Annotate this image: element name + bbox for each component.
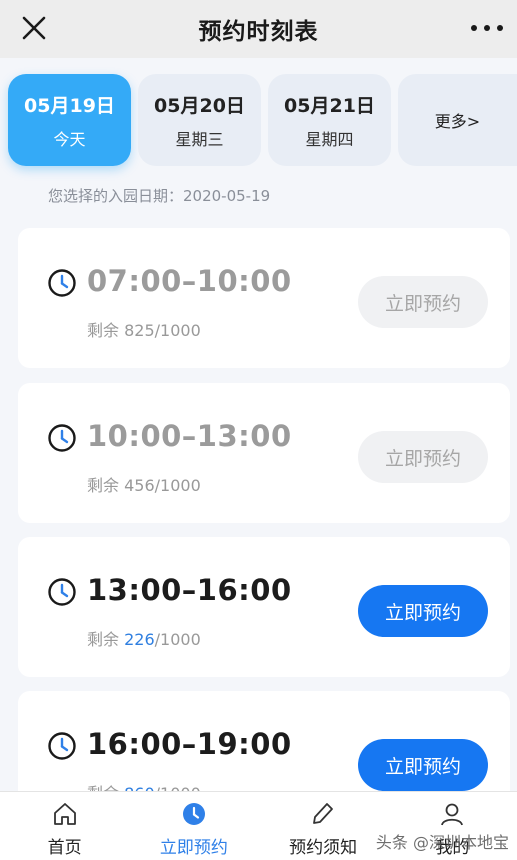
title-bar: 预约时刻表: [0, 0, 517, 58]
time-slot-card: 10:00–13:00 剩余 456/1000 立即预约: [18, 383, 510, 523]
time-slot-card: 07:00–10:00 剩余 825/1000 立即预约: [18, 228, 510, 368]
book-now-button[interactable]: 立即预约: [358, 276, 488, 328]
selected-date-text: 您选择的入园日期：2020-05-19: [48, 187, 271, 205]
book-now-button[interactable]: 立即预约: [358, 739, 488, 791]
date-tab-more[interactable]: 更多>: [398, 74, 517, 166]
slot-remaining: 剩余 456/1000: [87, 472, 201, 496]
clock-icon: [48, 578, 76, 606]
clock-icon: [182, 803, 205, 825]
nav-item-label: 首页: [47, 838, 82, 858]
date-tabs: 05月19日 今天 05月20日 星期三 05月21日 星期四 更多>: [0, 58, 517, 173]
remaining-count: 456: [124, 476, 155, 495]
nav-item-home[interactable]: 首页: [0, 792, 129, 860]
more-dates-label: 更多>: [434, 112, 481, 131]
date-tab-date: 05月20日: [154, 94, 245, 117]
page-title: 预约时刻表: [198, 19, 319, 45]
home-icon: [53, 803, 76, 825]
nav-item-label: 预约须知: [289, 838, 358, 858]
nav-item-booking-notice[interactable]: 预约须知: [259, 792, 388, 860]
remaining-count: 825: [124, 321, 155, 340]
date-tab-weekday: 星期四: [305, 129, 354, 149]
remaining-label: 剩余: [87, 476, 120, 495]
slot-time: 07:00–10:00: [87, 264, 292, 298]
remaining-count: 226: [124, 630, 155, 649]
remaining-total: /1000: [154, 630, 201, 649]
user-icon: [441, 803, 464, 826]
slot-remaining: 剩余 825/1000: [87, 317, 201, 341]
date-tab-0521[interactable]: 05月21日 星期四: [268, 74, 391, 166]
remaining-total: /1000: [154, 321, 201, 340]
slot-time: 13:00–16:00: [87, 573, 292, 607]
clock-icon: [48, 732, 76, 760]
slot-time: 10:00–13:00: [87, 419, 292, 453]
date-tab-weekday: 星期三: [175, 129, 224, 149]
remaining-total: /1000: [154, 476, 201, 495]
close-icon[interactable]: [18, 12, 50, 44]
slot-time: 16:00–19:00: [87, 727, 292, 761]
remaining-label: 剩余: [87, 321, 120, 340]
book-now-button[interactable]: 立即预约: [358, 585, 488, 637]
date-tab-weekday: 今天: [53, 129, 86, 149]
more-options-icon[interactable]: [467, 14, 507, 42]
watermark: 头条 @深圳本地宝: [375, 833, 509, 852]
time-slot-card: 13:00–16:00 剩余 226/1000 立即预约: [18, 537, 510, 677]
nav-item-label: 立即预约: [159, 838, 228, 858]
pencil-icon: [313, 803, 334, 824]
book-now-button[interactable]: 立即预约: [358, 431, 488, 483]
date-tab-date: 05月21日: [284, 94, 375, 117]
clock-icon: [48, 424, 76, 452]
date-tab-0520[interactable]: 05月20日 星期三: [138, 74, 261, 166]
date-tab-0519[interactable]: 05月19日 今天: [8, 74, 131, 166]
clock-icon: [48, 269, 76, 297]
remaining-label: 剩余: [87, 630, 120, 649]
slot-remaining: 剩余 226/1000: [87, 626, 201, 650]
date-tab-date: 05月19日: [24, 94, 115, 117]
nav-item-book-now[interactable]: 立即预约: [129, 792, 258, 860]
